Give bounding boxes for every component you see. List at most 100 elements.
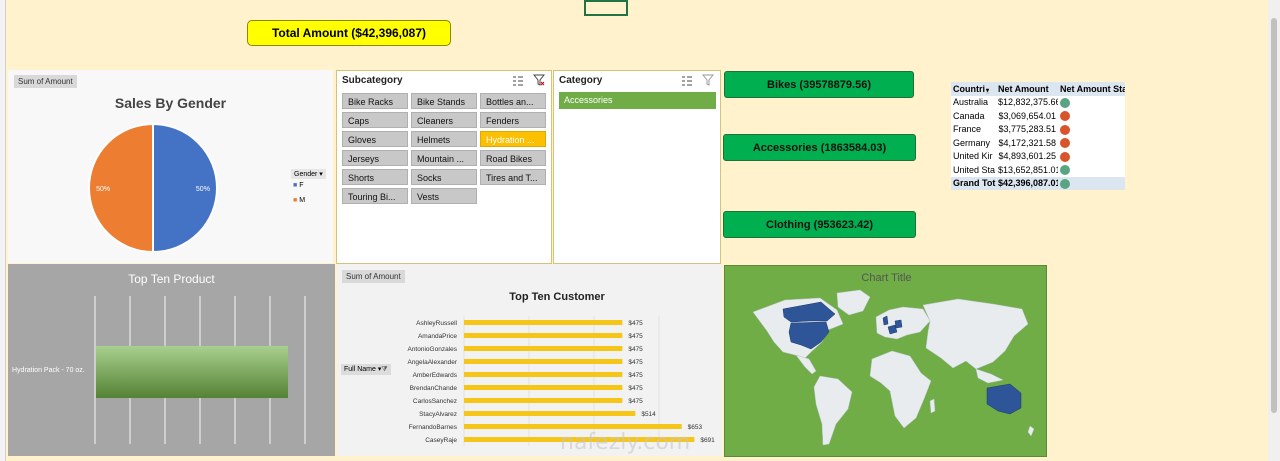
chart-title: Sales By Gender <box>114 95 227 111</box>
legend-item-f: ■ F <box>293 182 303 189</box>
customer-label: CaseyRaje <box>425 437 457 444</box>
customer-label: AmberEdwards <box>413 372 458 379</box>
country-map-chart[interactable]: Chart Title <box>724 265 1047 457</box>
grand-total-row: Grand Tot $42,396,087.01 <box>951 176 1125 191</box>
slicer-item[interactable]: Mountain ... <box>411 150 477 166</box>
total-amount-label: Total Amount ($42,396,087) <box>271 26 427 40</box>
amount-cell: $12,832,375.66 <box>998 97 1058 108</box>
map-new-zealand <box>1027 425 1035 437</box>
slicer-item-accessories[interactable]: Accessories <box>559 92 716 109</box>
status-cell <box>1058 109 1125 123</box>
multi-select-icon[interactable] <box>681 74 693 86</box>
legend-swatch-m: ■ <box>293 197 298 204</box>
vertical-scrollbar[interactable] <box>1268 0 1280 461</box>
pie-group: 50% 50% <box>88 122 218 252</box>
slicer-item[interactable]: Cleaners <box>411 112 477 128</box>
slicer-title: Category <box>559 75 603 86</box>
customer-data-label: $475 <box>628 385 643 392</box>
amount-cell: $13,652,851.01 <box>998 164 1058 175</box>
country-table: Countri▾ Net Amount Net Amount Sta Austr… <box>951 82 1125 190</box>
bikes-card[interactable]: Bikes (39578879.56) <box>724 71 914 98</box>
legend-item-m: ■ M <box>293 197 305 204</box>
slicer-item[interactable]: Road Bikes <box>480 150 546 166</box>
customer-bar <box>464 398 623 403</box>
customer-label: AshleyRussell <box>416 320 457 327</box>
customer-bar <box>464 333 623 338</box>
slicer-item[interactable]: Caps <box>342 112 408 128</box>
legend-label-m: M <box>299 197 306 204</box>
top-ten-product-chart[interactable]: Top Ten Product Hydration Pack - 70 oz. <box>8 264 335 456</box>
clear-filter-icon[interactable] <box>533 74 545 86</box>
table-row: Australia $12,832,375.66 <box>951 96 1125 110</box>
clear-filter-icon[interactable] <box>702 74 714 86</box>
amount-cell: $3,069,654.01 <box>998 110 1056 121</box>
map-central-america <box>795 354 817 375</box>
status-dot-icon <box>1060 138 1070 149</box>
customer-label: FernandoBarnes <box>409 424 458 431</box>
legend-swatch-f: ■ <box>293 182 298 189</box>
slicer-item[interactable]: Helmets <box>411 131 477 147</box>
customer-bar <box>464 346 623 351</box>
table-row: Germany $4,172,321.58 <box>951 136 1125 150</box>
pivot-field-tag[interactable]: Sum of Amount <box>14 75 77 88</box>
selected-cell[interactable] <box>584 0 628 16</box>
gender-legend-filter[interactable]: Gender ▾ <box>291 169 326 179</box>
slicer-item[interactable]: Tires and T... <box>480 169 546 185</box>
scrollbar-thumb[interactable] <box>1271 18 1277 413</box>
clothing-label: Clothing (953623.42) <box>766 218 873 231</box>
multi-select-icon[interactable] <box>512 74 524 86</box>
bikes-label: Bikes (39578879.56) <box>767 78 871 91</box>
col-header-country[interactable]: Countri▾ <box>951 82 996 96</box>
accessories-label: Accessories (1863584.03) <box>752 141 887 154</box>
customer-data-label: $475 <box>628 320 643 327</box>
customer-data-label: $691 <box>700 437 715 444</box>
clothing-card[interactable]: Clothing (953623.42) <box>723 211 916 238</box>
map-germany <box>894 319 903 329</box>
customer-data-label: $514 <box>641 411 656 418</box>
status-cell <box>1058 123 1125 137</box>
customer-bar <box>464 320 623 325</box>
slicer-item[interactable]: Bottles an... <box>480 93 546 109</box>
subcategory-slicer[interactable]: Subcategory Bike Racks Bike Stands Bottles… <box>336 70 552 264</box>
slicer-item[interactable]: Bike Stands <box>411 93 477 109</box>
customer-bar-svg: AshleyRussell $475 AmandaPrice $475 AntonioG… <box>407 316 715 446</box>
status-cell <box>1058 163 1125 177</box>
map-madagascar <box>929 398 936 414</box>
slicer-item[interactable]: Gloves <box>342 131 408 147</box>
table-row: France $3,775,283.51 <box>951 123 1125 137</box>
total-amount-card: Total Amount ($42,396,087) <box>247 20 451 46</box>
amount-cell: $3,775,283.51 <box>998 124 1056 135</box>
col-header-net-amount: Net Amount <box>996 82 1058 96</box>
slicer-item[interactable]: Vests <box>411 188 477 204</box>
customer-bar <box>464 411 636 416</box>
map-south-america <box>813 375 853 446</box>
slicer-item[interactable]: Jerseys <box>342 150 408 166</box>
total-label-cell: Grand Tot <box>953 178 996 189</box>
status-dot-icon <box>1060 97 1070 108</box>
world-map-svg <box>752 289 1035 446</box>
customer-label: BrendanChande <box>410 385 458 392</box>
amount-cell: $4,172,321.58 <box>998 137 1056 148</box>
pie-data-label: 50% <box>196 186 210 193</box>
category-slicer[interactable]: Category Accessories <box>553 70 721 264</box>
map-asia <box>922 298 1029 370</box>
customer-label: StacyAlvarez <box>419 411 457 418</box>
slicer-title: Subcategory <box>342 75 403 86</box>
slicer-item[interactable]: Touring Bi... <box>342 188 408 204</box>
slicer-item[interactable]: Bike Racks <box>342 93 408 109</box>
total-status-cell <box>1058 177 1125 191</box>
status-dot-icon <box>1060 111 1070 122</box>
status-cell <box>1058 150 1125 164</box>
map-southeast-asia <box>975 368 1004 384</box>
dropdown-icon: ▾ <box>986 87 990 94</box>
legend-title: Gender <box>294 171 318 178</box>
status-cell <box>1058 136 1125 150</box>
status-cell <box>1058 96 1125 110</box>
slicer-item[interactable]: Shorts <box>342 169 408 185</box>
accessories-card[interactable]: Accessories (1863584.03) <box>723 134 916 161</box>
slicer-item[interactable]: Hydration ... <box>480 131 546 147</box>
slicer-item[interactable]: Fenders <box>480 112 546 128</box>
top-ten-customer-chart[interactable]: Sum of Amount Top Ten Customer Full Name… <box>337 264 722 456</box>
sales-by-gender-chart[interactable]: Sum of Amount Sales By Gender 50% 50% Gen… <box>8 70 333 263</box>
slicer-item[interactable]: Socks <box>411 169 477 185</box>
